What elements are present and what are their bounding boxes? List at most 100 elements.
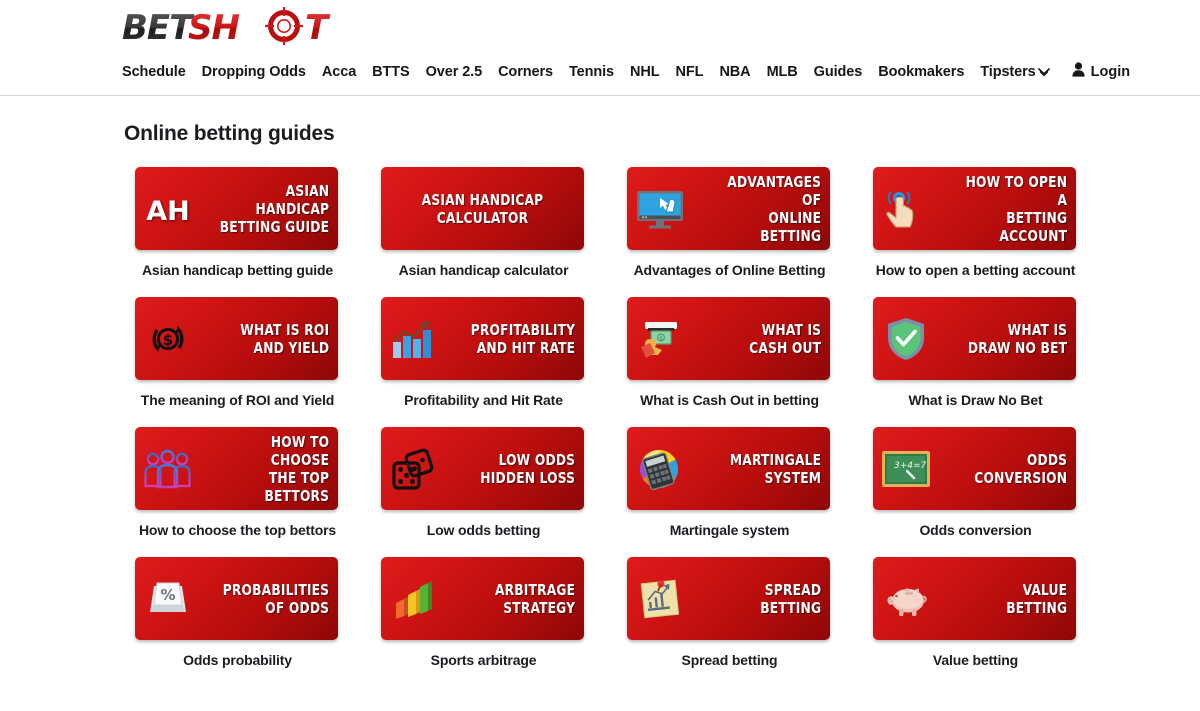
guide-card-title: ADVANTAGES OF ONLINE BETTING <box>708 173 830 245</box>
guide-card-arbitrage-strategy[interactable]: ARBITRAGE STRATEGY <box>381 557 584 640</box>
betshoot-logo-icon: BET SH T <box>122 7 332 48</box>
roi-dollar-cycle-icon: $ <box>137 297 199 380</box>
guide-caption[interactable]: Advantages of Online Betting <box>627 262 832 278</box>
guide-caption[interactable]: Value betting <box>873 652 1078 668</box>
guide-cell: WHAT IS DRAW NO BET What is Draw No Bet <box>873 297 1078 408</box>
card-title-line1: ARBITRAGE <box>494 580 576 599</box>
guide-cell: VALUE BETTING Value betting <box>873 557 1078 668</box>
card-title-line2: STRATEGY <box>503 598 576 617</box>
nav-item-tennis[interactable]: Tennis <box>569 63 625 81</box>
site-logo[interactable]: BET SH T <box>122 5 344 51</box>
guide-card-value-betting[interactable]: VALUE BETTING <box>873 557 1076 640</box>
guide-caption[interactable]: Spread betting <box>627 652 832 668</box>
card-title-line2: ONLINE BETTING <box>760 208 822 245</box>
guide-card-low-odds-hidden-loss[interactable]: LOW ODDS HIDDEN LOSS <box>381 427 584 510</box>
nav-item-corners[interactable]: Corners <box>498 63 564 81</box>
percent-key-label: % <box>160 586 175 604</box>
nav-item-btts[interactable]: BTTS <box>372 63 420 81</box>
nav-item-over-25[interactable]: Over 2.5 <box>426 63 493 81</box>
guide-cell: 3+4=7 ODDS CONVERSION Odds conversion <box>873 427 1078 538</box>
card-title-line1: VALUE <box>1022 580 1068 599</box>
guide-caption[interactable]: Profitability and Hit Rate <box>381 392 586 408</box>
guide-card-what-is-cash-out[interactable]: $ WHAT IS CASH OUT <box>627 297 830 380</box>
guide-caption[interactable]: Martingale system <box>627 522 832 538</box>
bar-chart-arrow-icon <box>383 297 445 380</box>
nav-item-dropping-odds[interactable]: Dropping Odds <box>202 63 317 81</box>
card-title-line1: PROFITABILITY <box>470 320 576 339</box>
nav-item-nba[interactable]: NBA <box>719 63 761 81</box>
guide-caption[interactable]: What is Draw No Bet <box>873 392 1078 408</box>
card-title-line1: ODDS <box>1026 450 1068 469</box>
guide-card-martingale-system[interactable]: MARTINGALE SYSTEM <box>627 427 830 510</box>
nav-item-bookmakers[interactable]: Bookmakers <box>878 63 975 81</box>
card-title-line2: AND YIELD <box>253 338 330 357</box>
main-navigation[interactable]: Schedule Dropping Odds Acca BTTS Over 2.… <box>122 62 1130 82</box>
dice-icon <box>383 427 445 510</box>
guides-grid: AH ASIAN HANDICAP BETTING GUIDE Asian ha… <box>0 146 1200 687</box>
card-title-line2: HIDDEN LOSS <box>480 468 576 487</box>
card-title-line1: WHAT IS <box>761 320 822 339</box>
nav-item-guides[interactable]: Guides <box>814 63 874 81</box>
guide-caption[interactable]: Asian handicap calculator <box>381 262 586 278</box>
guide-caption[interactable]: The meaning of ROI and Yield <box>135 392 340 408</box>
login-button[interactable]: Login <box>1072 62 1130 82</box>
guide-cell: % PROBABILITIES OF ODDS Odds probability <box>135 557 340 668</box>
guide-caption[interactable]: How to open a betting account <box>873 262 1078 278</box>
card-title-line2: BETTING <box>1006 598 1068 617</box>
guide-card-title: WHAT IS ROI AND YIELD <box>216 321 338 357</box>
nav-item-nfl[interactable]: NFL <box>676 63 715 81</box>
guide-card-odds-conversion[interactable]: 3+4=7 ODDS CONVERSION <box>873 427 1076 510</box>
guide-cell: AH ASIAN HANDICAP BETTING GUIDE Asian ha… <box>135 167 340 278</box>
card-title-line2: CONVERSION <box>974 468 1068 487</box>
guide-card-what-is-draw-no-bet[interactable]: WHAT IS DRAW NO BET <box>873 297 1076 380</box>
nav-item-tipsters[interactable]: Tipsters <box>980 63 1060 81</box>
card-title-line1: WHAT IS <box>1007 320 1068 339</box>
card-title-line2: CALCULATOR <box>436 208 529 227</box>
guide-caption[interactable]: What is Cash Out in betting <box>627 392 832 408</box>
svg-text:BET: BET <box>122 8 195 48</box>
svg-text:T: T <box>305 8 331 48</box>
guide-card-title: VALUE BETTING <box>954 581 1076 617</box>
piggy-bank-icon <box>875 557 937 640</box>
card-title-line1: LOW ODDS <box>498 450 576 469</box>
svg-text:AH: AH <box>146 196 190 227</box>
nav-item-acca[interactable]: Acca <box>322 63 367 81</box>
page-title: Online betting guides <box>124 122 335 145</box>
guide-caption[interactable]: Sports arbitrage <box>381 652 586 668</box>
guide-cell: ADVANTAGES OF ONLINE BETTING Advantages … <box>627 167 832 278</box>
card-title-line1: MARTINGALE <box>729 450 822 469</box>
guide-card-how-to-choose-the-top-bettors[interactable]: HOW TO CHOOSE THE TOP BETTORS <box>135 427 338 510</box>
guide-cell: LOW ODDS HIDDEN LOSS Low odds betting <box>381 427 586 538</box>
guide-card-title: SPREAD BETTING <box>708 581 830 617</box>
monitor-cursor-icon <box>629 167 691 250</box>
guide-caption[interactable]: Low odds betting <box>381 522 586 538</box>
card-title-line1: ASIAN HANDICAP <box>255 181 330 218</box>
main-content: Online betting guides AH ASIAN HANDICAP … <box>0 96 1200 687</box>
nav-item-schedule[interactable]: Schedule <box>122 63 197 81</box>
card-title-line2: BETTING GUIDE <box>219 217 330 236</box>
guide-card-what-is-roi-and-yield[interactable]: $ WHAT IS ROI AND YIELD <box>135 297 338 380</box>
guide-card-title: LOW ODDS HIDDEN LOSS <box>462 451 584 487</box>
guide-card-profitability-and-hit-rate[interactable]: PROFITABILITY AND HIT RATE <box>381 297 584 380</box>
guide-caption[interactable]: Odds probability <box>135 652 340 668</box>
login-label: Login <box>1090 64 1131 80</box>
guide-cell: SPREAD BETTING Spread betting <box>627 557 832 668</box>
guide-caption[interactable]: Odds conversion <box>873 522 1078 538</box>
sticky-note-chart-icon <box>629 557 691 640</box>
guide-card-advantages-of-online-betting[interactable]: ADVANTAGES OF ONLINE BETTING <box>627 167 830 250</box>
guide-card-asian-handicap-betting-guide[interactable]: AH ASIAN HANDICAP BETTING GUIDE <box>135 167 338 250</box>
shield-check-icon <box>875 297 937 380</box>
guide-card-spread-betting[interactable]: SPREAD BETTING <box>627 557 830 640</box>
guide-card-asian-handicap-calculator[interactable]: ASIAN HANDICAP CALCULATOR <box>381 167 584 250</box>
guide-caption[interactable]: How to choose the top bettors <box>135 522 340 538</box>
nav-item-nhl[interactable]: NHL <box>630 63 671 81</box>
guide-card-title: ASIAN HANDICAP CALCULATOR <box>393 191 572 227</box>
percent-key-icon: % <box>137 557 199 640</box>
nav-item-mlb[interactable]: MLB <box>767 63 809 81</box>
guide-caption[interactable]: Asian handicap betting guide <box>135 262 340 278</box>
guide-card-title: WHAT IS CASH OUT <box>708 321 830 357</box>
guide-cell: HOW TO OPEN A BETTING ACCOUNT How to ope… <box>873 167 1078 278</box>
guide-card-probabilities-of-odds[interactable]: % PROBABILITIES OF ODDS <box>135 557 338 640</box>
guide-card-how-to-open-a-betting-account[interactable]: HOW TO OPEN A BETTING ACCOUNT <box>873 167 1076 250</box>
guide-cell: ASIAN HANDICAP CALCULATOR Asian handicap… <box>381 167 586 278</box>
